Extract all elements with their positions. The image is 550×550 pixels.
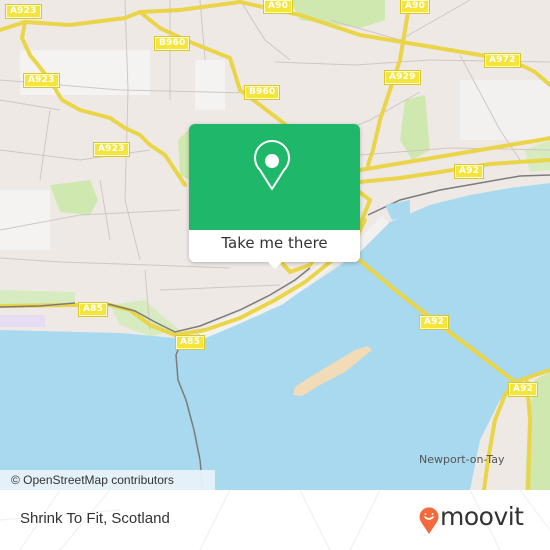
road-label-a972: A972 xyxy=(484,53,521,68)
location-title: Shrink To Fit, Scotland xyxy=(20,510,170,527)
urban-area xyxy=(460,80,550,140)
road-label-a92: A92 xyxy=(453,164,485,179)
place-label-newport-on-tay: Newport-on-Tay xyxy=(419,453,505,466)
road-label-b960: B960 xyxy=(153,36,191,51)
road-label-a92: A92 xyxy=(507,382,539,397)
road-label-a929: A929 xyxy=(384,70,421,85)
park-area xyxy=(110,300,180,336)
road-label-a85: A85 xyxy=(174,335,206,350)
moovit-logo-icon xyxy=(419,507,439,534)
park-area xyxy=(50,180,98,215)
park-area xyxy=(525,140,550,172)
road-label-a85: A85 xyxy=(77,302,109,317)
road-label-a90: A90 xyxy=(399,0,431,14)
industrial-area xyxy=(0,315,45,327)
road-label-a923: A923 xyxy=(23,73,60,88)
take-me-there-button[interactable]: Take me there xyxy=(189,230,360,262)
urban-area xyxy=(0,190,50,250)
road-label-a90: A90 xyxy=(262,0,294,14)
road-label-a92: A92 xyxy=(418,315,450,330)
moovit-brand[interactable]: moovit xyxy=(440,502,524,531)
osm-attribution[interactable]: © OpenStreetMap contributors xyxy=(0,470,215,490)
map-pin-icon xyxy=(254,139,290,190)
popup-pointer xyxy=(265,259,285,269)
park-area xyxy=(290,0,385,28)
road-label-b960: B960 xyxy=(243,85,281,100)
urban-area xyxy=(195,60,225,110)
road-label-a923: A923 xyxy=(93,142,130,157)
popup-header[interactable] xyxy=(189,124,360,230)
road-label-a923: A923 xyxy=(5,4,42,19)
take-me-there-popup[interactable]: Take me there xyxy=(189,124,360,269)
urban-area xyxy=(20,50,150,95)
